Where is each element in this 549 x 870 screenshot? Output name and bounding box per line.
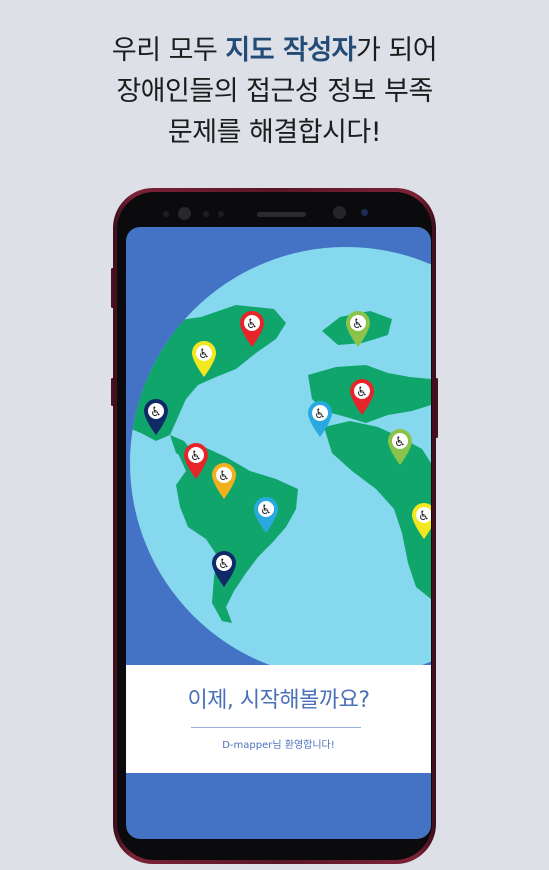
phone-frame: ♿ ♿ ♿ ♿ ♿ ♿ ♿ ♿ ♿ ♿ ♿ ♿ 이제, 시작해볼까요? D-ma…	[111, 188, 438, 864]
earpiece-speaker	[257, 212, 306, 217]
sensor-icon	[163, 211, 169, 217]
sensor-icon	[203, 211, 209, 217]
sensor-icon	[218, 211, 224, 217]
power-button	[435, 378, 438, 438]
wheelchair-icon: ♿	[218, 557, 230, 572]
headline-line-1: 우리 모두 지도 작성자가 되어	[0, 30, 549, 71]
wheelchair-icon: ♿	[190, 449, 202, 464]
wheelchair-icon: ♿	[260, 503, 272, 518]
divider	[191, 727, 361, 728]
phone-body: ♿ ♿ ♿ ♿ ♿ ♿ ♿ ♿ ♿ ♿ ♿ ♿ 이제, 시작해볼까요? D-ma…	[117, 192, 432, 860]
headline-highlight: 지도 작성자	[225, 35, 357, 66]
wheelchair-icon: ♿	[150, 405, 162, 420]
headline-line-2: 장애인들의 접근성 정보 부족	[116, 76, 433, 107]
wheelchair-icon: ♿	[314, 407, 326, 422]
front-camera-icon	[178, 207, 191, 220]
iris-scanner-icon	[333, 206, 346, 219]
phone-screen[interactable]: ♿ ♿ ♿ ♿ ♿ ♿ ♿ ♿ ♿ ♿ ♿ ♿ 이제, 시작해볼까요? D-ma…	[126, 227, 431, 839]
sensor-icon	[361, 209, 368, 216]
headline-text: 우리 모두	[111, 35, 226, 66]
headline: 우리 모두 지도 작성자가 되어 장애인들의 접근성 정보 부족 문제를 해결합…	[0, 30, 549, 153]
headline-text: 가 되어	[356, 35, 438, 66]
welcome-message: D-mapper님 환영합니다!	[222, 740, 335, 751]
volume-button	[111, 268, 114, 308]
wheelchair-icon: ♿	[198, 347, 210, 362]
start-title: 이제, 시작해볼까요?	[187, 688, 370, 713]
wheelchair-icon: ♿	[418, 509, 430, 524]
wheelchair-icon: ♿	[246, 317, 258, 332]
headline-line-3: 문제를 해결합시다!	[167, 117, 382, 148]
wheelchair-icon: ♿	[352, 317, 364, 332]
wheelchair-icon: ♿	[218, 469, 230, 484]
welcome-card[interactable]: 이제, 시작해볼까요? D-mapper님 환영합니다!	[126, 665, 431, 773]
wheelchair-icon: ♿	[356, 385, 368, 400]
wheelchair-icon: ♿	[394, 435, 406, 450]
bixby-button	[111, 378, 114, 406]
